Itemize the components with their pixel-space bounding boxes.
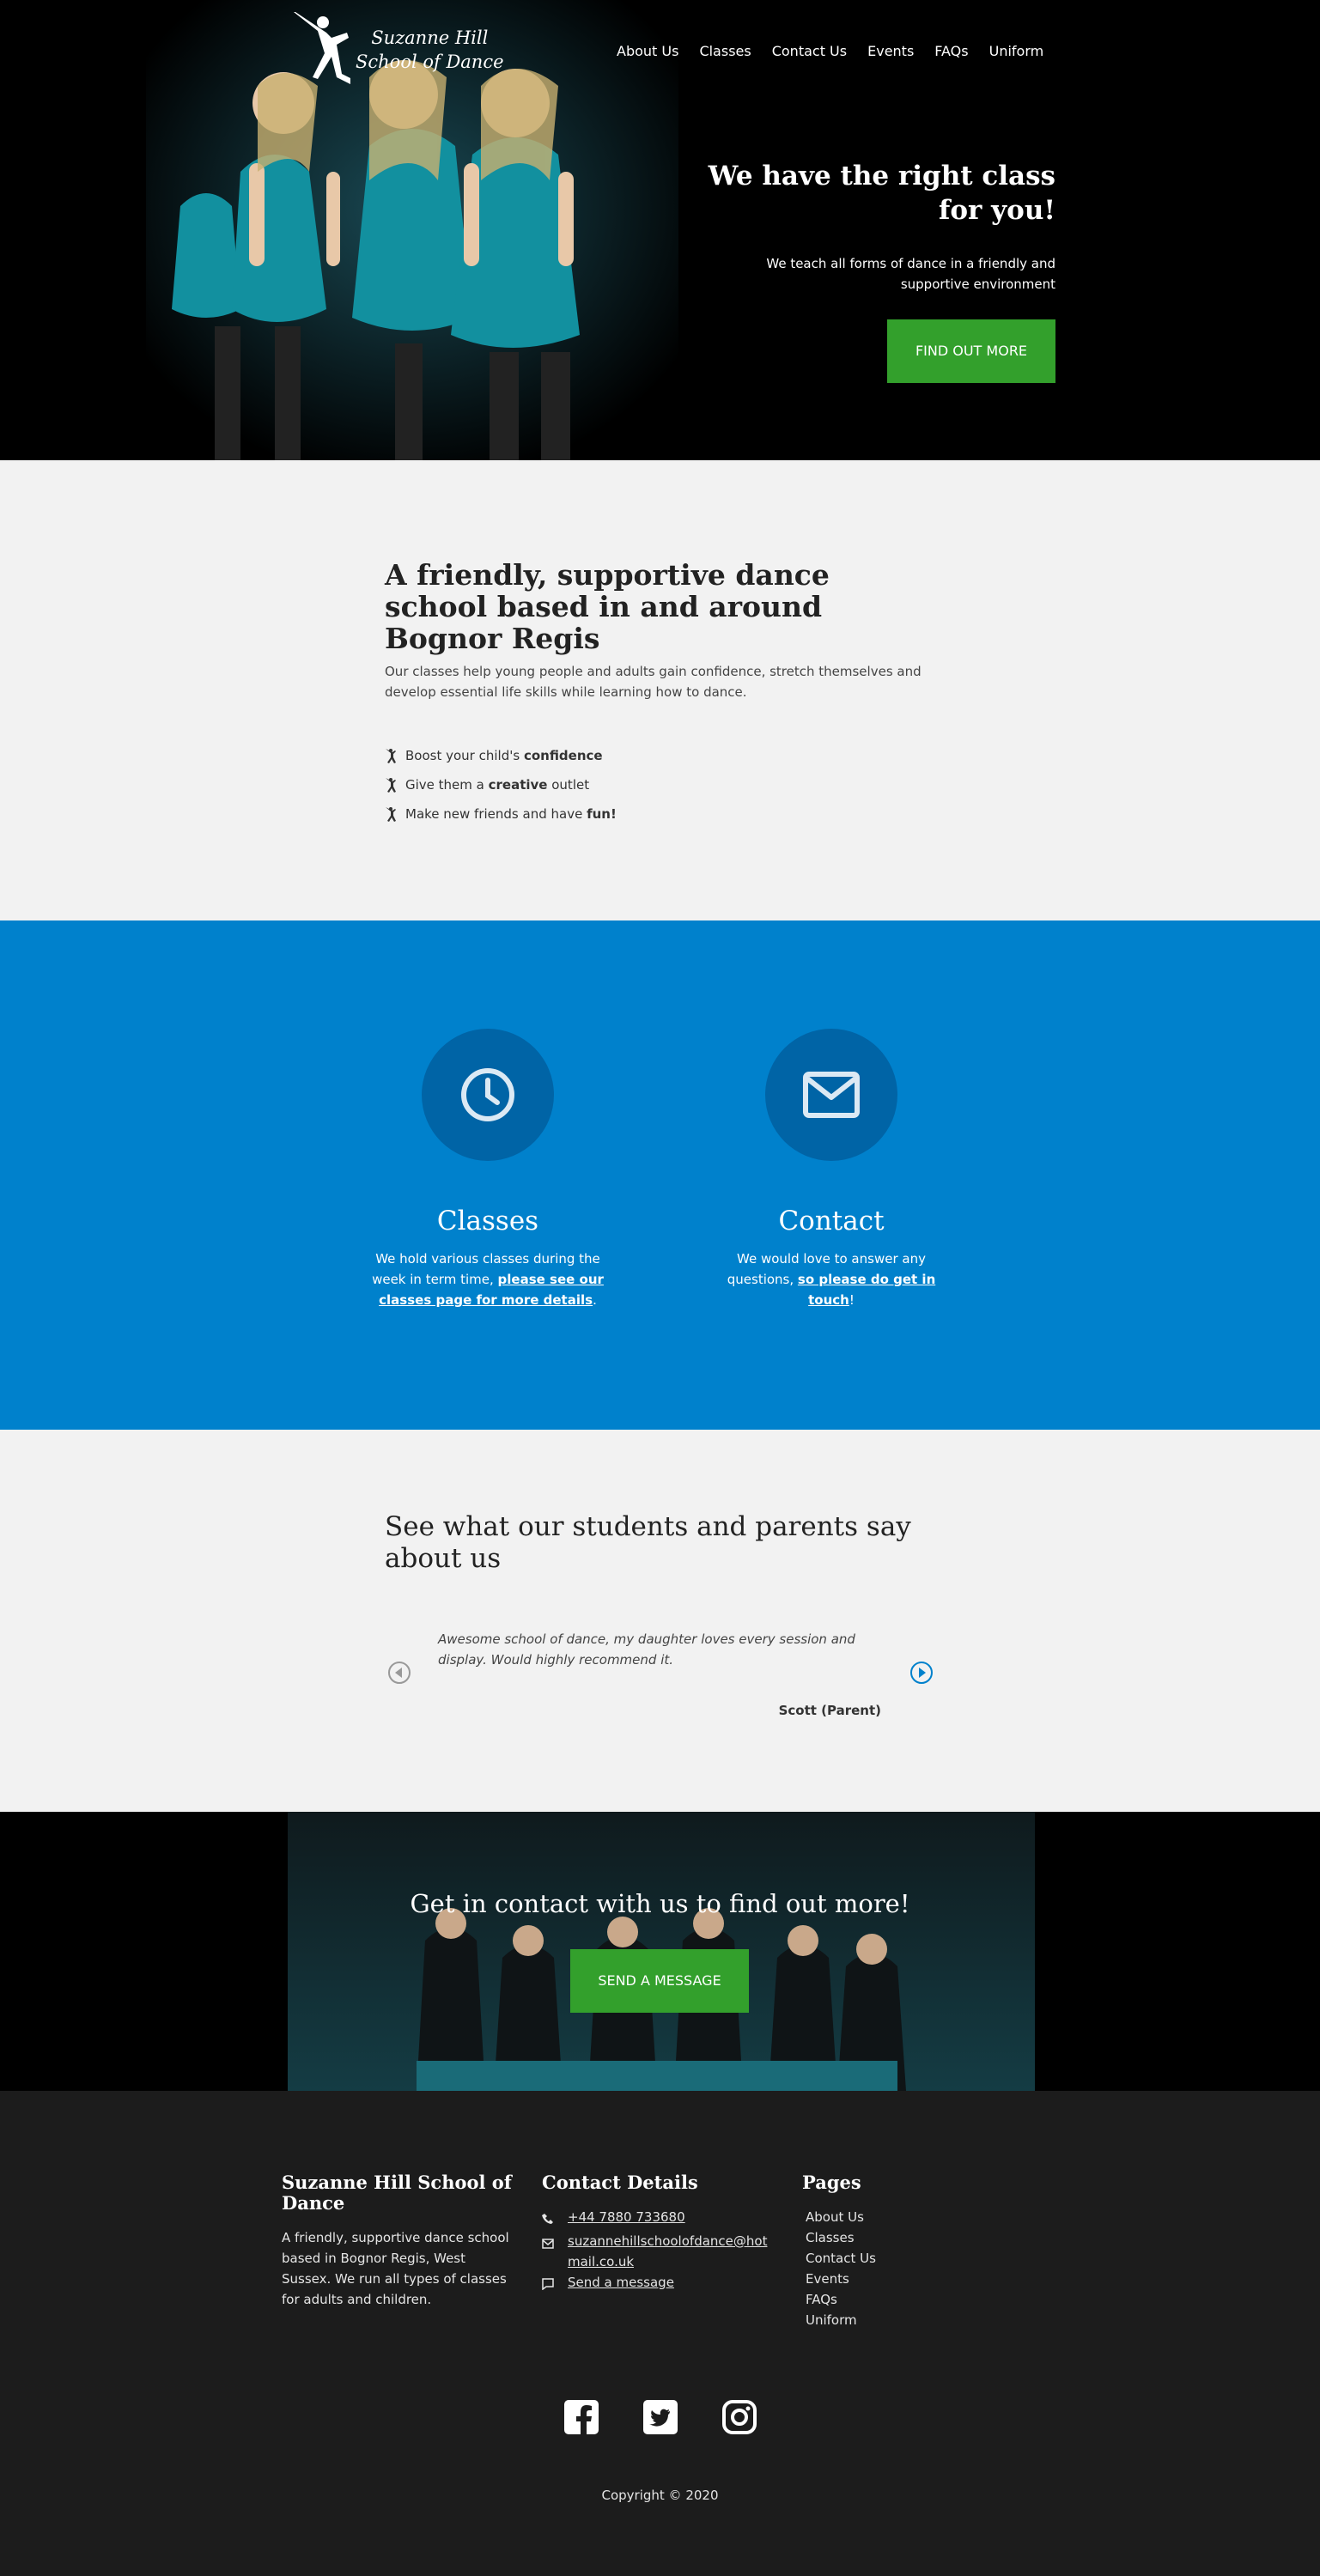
nav-contact-us[interactable]: Contact Us: [772, 43, 847, 59]
social-links: [0, 2400, 1320, 2434]
footer-link-about-us[interactable]: About Us: [806, 2209, 864, 2225]
footer-email-line1: suzannehillschoolofdance@hot: [568, 2233, 768, 2249]
site-logo[interactable]: Suzanne Hill School of Dance: [290, 10, 504, 89]
footer-send-message-link[interactable]: Send a message: [568, 2272, 674, 2296]
main-nav: About Us Classes Contact Us Events FAQs …: [617, 43, 1043, 59]
twitter-icon[interactable]: [642, 2400, 678, 2434]
testimonial-author: Scott (Parent): [778, 1703, 881, 1718]
instagram-icon[interactable]: [721, 2400, 757, 2434]
footer-about-text: A friendly, supportive dance school base…: [282, 2230, 509, 2307]
nav-uniform[interactable]: Uniform: [989, 43, 1044, 59]
envelope-icon: [803, 1072, 860, 1118]
benefit-bold: creative: [488, 777, 548, 793]
footer-email-line2: mail.co.uk: [568, 2254, 635, 2269]
footer-email-row: suzannehillschoolofdance@hot mail.co.uk: [542, 2231, 774, 2272]
benefit-item: Give them a creative outlet: [385, 770, 617, 799]
intro-title: A friendly, supportive dance school base…: [385, 558, 830, 655]
dancer-bullet-icon: [386, 749, 396, 763]
benefit-bold: fun!: [587, 806, 617, 822]
classes-title: Classes: [436, 1206, 539, 1236]
nav-classes[interactable]: Classes: [699, 43, 751, 59]
contact-title: Contact: [778, 1206, 885, 1236]
nav-events[interactable]: Events: [867, 43, 914, 59]
benefit-item: Boost your child's confidence: [385, 741, 617, 770]
footer-message-row: Send a message: [542, 2272, 774, 2296]
testimonial-quote: Awesome school of dance, my daughter lov…: [438, 1631, 855, 1668]
hero-subtitle: We teach all forms of dance in a friendl…: [766, 256, 1055, 292]
footer-about-title: Suzanne Hill School of Dance: [282, 2172, 512, 2214]
footer-link-uniform[interactable]: Uniform: [806, 2312, 857, 2328]
footer-link-classes[interactable]: Classes: [806, 2230, 855, 2245]
footer-link-contact-us[interactable]: Contact Us: [806, 2251, 876, 2266]
email-icon: [542, 2239, 554, 2249]
classes-text: We hold various classes during the week …: [359, 1249, 617, 1310]
speech-bubble-icon: [542, 2278, 554, 2291]
footer-about: Suzanne Hill School of Dance A friendly,…: [282, 2172, 514, 2310]
footer-link-faqs[interactable]: FAQs: [806, 2292, 837, 2307]
hero-section: Suzanne Hill School of Dance About Us Cl…: [0, 0, 1320, 460]
intro-section: A friendly, supportive dance school base…: [0, 460, 1320, 920]
benefit-suffix: outlet: [547, 777, 590, 793]
logo-text-line2: School of Dance: [356, 52, 504, 72]
benefits-list: Boost your child's confidence Give them …: [385, 741, 617, 829]
benefit-text: Make new friends and have: [405, 806, 587, 822]
site-footer: Suzanne Hill School of Dance A friendly,…: [0, 2091, 1320, 2576]
dancer-bullet-icon: [386, 778, 396, 793]
classes-feature: Classes We hold various classes during t…: [359, 1029, 617, 1310]
footer-email-link[interactable]: suzannehillschoolofdance@hot mail.co.uk: [568, 2231, 767, 2272]
benefit-bold: confidence: [523, 748, 603, 763]
send-a-message-button[interactable]: SEND A MESSAGE: [570, 1949, 749, 2013]
footer-phone-link[interactable]: +44 7880 733680: [568, 2207, 685, 2231]
footer-link-events[interactable]: Events: [806, 2271, 849, 2287]
contact-text: We would love to answer any questions, s…: [703, 1249, 960, 1310]
dancer-bullet-icon: [386, 807, 396, 822]
phone-icon: [542, 2214, 553, 2224]
footer-contact-title: Contact Details: [542, 2172, 698, 2193]
cta-title: Get in contact with us to find out more!: [410, 1889, 910, 1918]
contact-feature: Contact We would love to answer any ques…: [703, 1029, 960, 1310]
facebook-icon[interactable]: [563, 2400, 599, 2434]
dancer-logo-icon: [294, 12, 350, 84]
nav-faqs[interactable]: FAQs: [934, 43, 968, 59]
footer-contact: Contact Details +44 7880 733680 suzanneh…: [542, 2172, 774, 2296]
benefit-item: Make new friends and have fun!: [385, 799, 617, 829]
footer-pages-title: Pages: [802, 2172, 861, 2193]
testimonials-title: See what our students and parents say ab…: [385, 1511, 911, 1574]
benefit-text: Give them a: [405, 777, 489, 793]
testimonials-section: See what our students and parents say ab…: [0, 1430, 1320, 1812]
prev-testimonial-arrow-icon[interactable]: [386, 1660, 412, 1686]
footer-phone-row: +44 7880 733680: [542, 2207, 774, 2231]
footer-pages: Pages About Us Classes Contact Us Events…: [802, 2172, 974, 2330]
get-in-touch-link[interactable]: so please do get in touch: [798, 1272, 935, 1308]
clock-icon: [461, 1068, 514, 1121]
cta-section: Get in contact with us to find out more!…: [0, 1812, 1320, 2091]
contact-icon-circle: [765, 1029, 897, 1161]
features-section: Classes We hold various classes during t…: [0, 920, 1320, 1430]
nav-about-us[interactable]: About Us: [617, 43, 678, 59]
classes-text-end: .: [593, 1292, 597, 1308]
benefit-text: Boost your child's: [405, 748, 524, 763]
contact-text-end: !: [849, 1292, 855, 1308]
logo-text-line1: Suzanne Hill: [371, 27, 489, 48]
hero-title: We have the right class for you!: [708, 161, 1055, 226]
copyright: Copyright © 2020: [601, 2488, 719, 2503]
footer-pages-list: About Us Classes Contact Us Events FAQs …: [802, 2207, 974, 2330]
next-testimonial-arrow-icon[interactable]: [909, 1660, 934, 1686]
classes-icon-circle: [422, 1029, 554, 1161]
find-out-more-button[interactable]: FIND OUT MORE: [887, 319, 1055, 383]
intro-body: Our classes help young people and adults…: [385, 664, 922, 700]
